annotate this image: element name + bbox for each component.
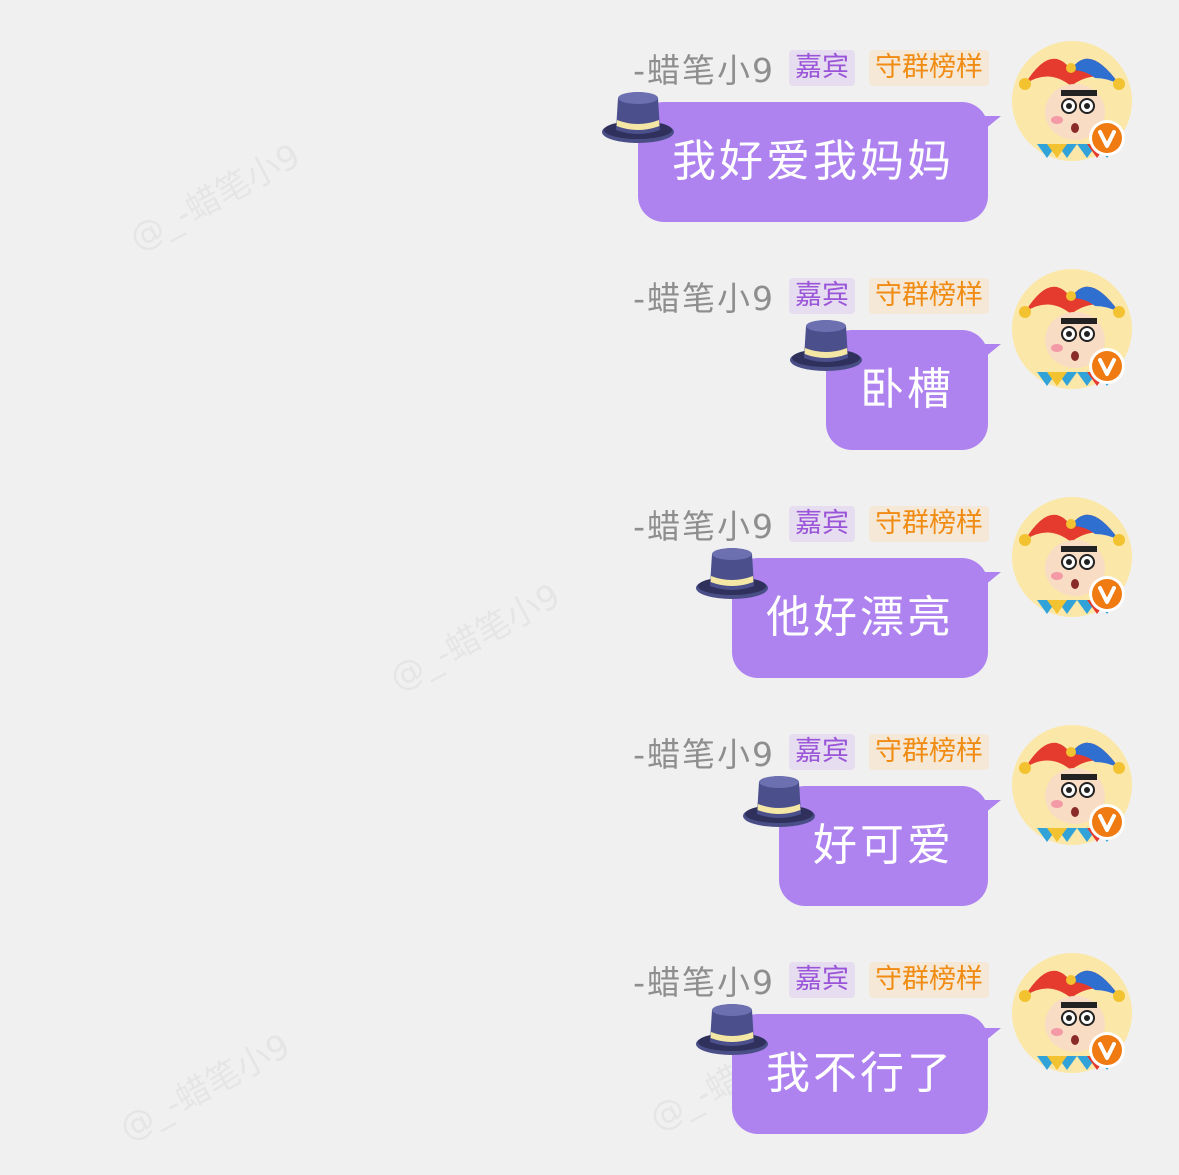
message-text: 卧槽: [860, 364, 954, 415]
guest-badge: 嘉宾: [789, 962, 855, 998]
message-header: -蜡笔小9 嘉宾 守群榜样: [633, 728, 989, 776]
guest-badge: 嘉宾: [789, 50, 855, 86]
chat-message: -蜡笔小9 嘉宾 守群榜样 卧槽: [0, 228, 1179, 450]
guest-badge: 嘉宾: [789, 734, 855, 770]
message-header: -蜡笔小9 嘉宾 守群榜样: [633, 272, 989, 320]
message-header: -蜡笔小9 嘉宾 守群榜样: [633, 500, 989, 548]
rank-badge: 守群榜样: [869, 506, 989, 542]
chat-message: -蜡笔小9 嘉宾 守群榜样 我不行了: [0, 912, 1179, 1134]
sender-name[interactable]: -蜡笔小9: [633, 44, 775, 92]
avatar[interactable]: [1011, 952, 1133, 1074]
rank-badge: 守群榜样: [869, 962, 989, 998]
avatar[interactable]: [1011, 496, 1133, 618]
guest-badge: 嘉宾: [789, 506, 855, 542]
rank-badge: 守群榜样: [869, 278, 989, 314]
message-bubble[interactable]: 我好爱我妈妈: [602, 92, 988, 222]
rank-badge: 守群榜样: [869, 734, 989, 770]
top-hat-icon: [743, 776, 815, 827]
chat-message: -蜡笔小9 嘉宾 守群榜样 他好漂亮: [0, 456, 1179, 678]
avatar[interactable]: [1011, 40, 1133, 162]
message-bubble[interactable]: 卧槽: [790, 320, 988, 450]
chat-message: -蜡笔小9 嘉宾 守群榜样 我好爱我妈妈: [0, 0, 1179, 222]
guest-badge: 嘉宾: [789, 278, 855, 314]
sender-name[interactable]: -蜡笔小9: [633, 728, 775, 776]
message-text: 我不行了: [766, 1048, 954, 1099]
message-text: 他好漂亮: [766, 592, 954, 643]
top-hat-icon: [696, 548, 768, 599]
message-header: -蜡笔小9 嘉宾 守群榜样: [633, 44, 989, 92]
message-header: -蜡笔小9 嘉宾 守群榜样: [633, 956, 989, 1004]
message-text: 好可爱: [813, 820, 954, 871]
sender-name[interactable]: -蜡笔小9: [633, 500, 775, 548]
top-hat-icon: [602, 92, 674, 143]
message-bubble[interactable]: 我不行了: [696, 1004, 988, 1134]
avatar[interactable]: [1011, 268, 1133, 390]
message-text: 我好爱我妈妈: [672, 136, 954, 187]
sender-name[interactable]: -蜡笔小9: [633, 272, 775, 320]
chat-message: -蜡笔小9 嘉宾 守群榜样 好可爱: [0, 684, 1179, 906]
sender-name[interactable]: -蜡笔小9: [633, 956, 775, 1004]
top-hat-icon: [790, 320, 862, 371]
top-hat-icon: [696, 1004, 768, 1055]
rank-badge: 守群榜样: [869, 50, 989, 86]
message-bubble[interactable]: 他好漂亮: [696, 548, 988, 678]
message-bubble[interactable]: 好可爱: [743, 776, 988, 906]
avatar[interactable]: [1011, 724, 1133, 846]
